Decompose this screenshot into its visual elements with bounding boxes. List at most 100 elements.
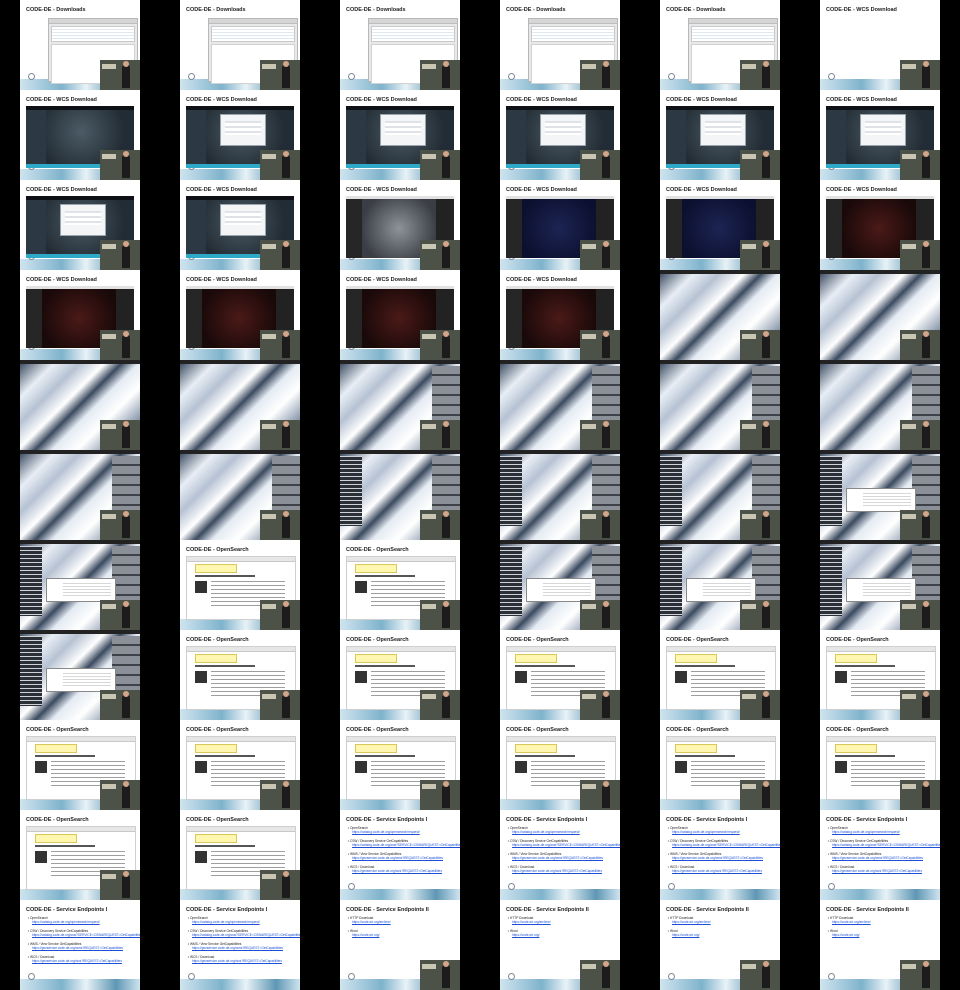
- endpoint-link[interactable]: https://catalog.code-de.org/opensearch/r…: [828, 830, 932, 834]
- slide-thumbnail[interactable]: [500, 450, 620, 540]
- slide-thumbnail[interactable]: CODE-DE - Downloads: [340, 0, 460, 90]
- slide-thumbnail[interactable]: [340, 360, 460, 450]
- slide-thumbnail[interactable]: [180, 360, 300, 450]
- slide-thumbnail[interactable]: [660, 360, 780, 450]
- slide-thumbnail[interactable]: • OpenSearch https://catalog.code-de.org/…: [820, 810, 940, 900]
- slide-thumbnail[interactable]: CODE-DE - WCS Download: [500, 180, 620, 270]
- slide-thumbnail[interactable]: CODE-DE - OpenSearch: [180, 810, 300, 900]
- slide-thumbnail[interactable]: CODE-DE - WCS Download: [500, 90, 620, 180]
- endpoint-link[interactable]: https://code-de.org/: [668, 933, 772, 937]
- endpoint-link[interactable]: https://code-de.org/: [348, 933, 452, 937]
- slide-thumbnail[interactable]: CODE-DE - WCS Download: [340, 90, 460, 180]
- slide-thumbnail[interactable]: CODE-DE - Downloads: [500, 0, 620, 90]
- slide-thumbnail[interactable]: [20, 360, 140, 450]
- slide-thumbnail[interactable]: CODE-DE - Downloads: [20, 0, 140, 90]
- slide-thumbnail[interactable]: • HTTP Download https://code-de.org/archi…: [660, 900, 780, 990]
- slide-thumbnail[interactable]: CODE-DE - WCS Download: [660, 90, 780, 180]
- slide-thumbnail[interactable]: [820, 360, 940, 450]
- slide-thumbnail[interactable]: • HTTP Download https://code-de.org/archi…: [500, 900, 620, 990]
- endpoint-link[interactable]: https://geoservice.code-de.org/wms?REQUE…: [668, 856, 772, 860]
- slide-thumbnail[interactable]: [820, 270, 940, 360]
- slide-thumbnail[interactable]: CODE-DE - Downloads: [660, 0, 780, 90]
- endpoint-link[interactable]: https://geoservice.code-de.org/wms?REQUE…: [828, 856, 932, 860]
- slide-thumbnail[interactable]: CODE-DE - WCS Download: [820, 90, 940, 180]
- endpoint-link[interactable]: https://catalog.code-de.org/csw?SERVICE=…: [28, 933, 140, 937]
- slide-thumbnail[interactable]: • OpenSearch https://catalog.code-de.org/…: [660, 810, 780, 900]
- endpoint-link[interactable]: https://catalog.code-de.org/csw?SERVICE=…: [508, 843, 620, 847]
- slide-thumbnail[interactable]: CODE-DE - OpenSearch: [340, 630, 460, 720]
- endpoint-link[interactable]: https://geoservice.code-de.org/wcs?REQUE…: [668, 869, 772, 873]
- endpoint-link[interactable]: https://catalog.code-de.org/opensearch/r…: [668, 830, 772, 834]
- slide-thumbnail[interactable]: [20, 630, 140, 720]
- endpoint-link[interactable]: https://geoservice.code-de.org/wms?REQUE…: [508, 856, 612, 860]
- slide-thumbnail[interactable]: • OpenSearch https://catalog.code-de.org/…: [340, 810, 460, 900]
- endpoint-link[interactable]: https://geoservice.code-de.org/wcs?REQUE…: [28, 959, 132, 963]
- slide-thumbnail[interactable]: CODE-DE - OpenSearch: [180, 630, 300, 720]
- slide-thumbnail[interactable]: CODE-DE - OpenSearch: [20, 810, 140, 900]
- slide-thumbnail[interactable]: [660, 540, 780, 630]
- slide-thumbnail[interactable]: CODE-DE - OpenSearch: [500, 720, 620, 810]
- endpoint-link[interactable]: https://code-de.org/: [508, 933, 612, 937]
- slide-thumbnail[interactable]: CODE-DE - WCS Download: [340, 180, 460, 270]
- slide-thumbnail[interactable]: [660, 450, 780, 540]
- endpoint-link[interactable]: https://catalog.code-de.org/csw?SERVICE=…: [828, 843, 940, 847]
- endpoint-link[interactable]: https://geoservice.code-de.org/wms?REQUE…: [348, 856, 452, 860]
- slide-thumbnail[interactable]: • HTTP Download https://code-de.org/archi…: [820, 900, 940, 990]
- slide-thumbnail[interactable]: CODE-DE - WCS Download: [660, 180, 780, 270]
- slide-thumbnail[interactable]: • OpenSearch https://catalog.code-de.org/…: [500, 810, 620, 900]
- slide-title: CODE-DE - WCS Download: [666, 97, 737, 103]
- slide-thumbnail[interactable]: [500, 540, 620, 630]
- slide-thumbnail[interactable]: CODE-DE - WCS Download: [340, 270, 460, 360]
- slide-thumbnail[interactable]: CODE-DE - WCS Download: [820, 0, 940, 90]
- slide-thumbnail[interactable]: [820, 450, 940, 540]
- slide-thumbnail[interactable]: CODE-DE - OpenSearch: [660, 720, 780, 810]
- slide-thumbnail[interactable]: [180, 450, 300, 540]
- endpoint-item: • OpenSearch https://catalog.code-de.org/…: [188, 916, 292, 924]
- slide-thumbnail[interactable]: CODE-DE - OpenSearch: [180, 720, 300, 810]
- endpoint-link[interactable]: https://catalog.code-de.org/csw?SERVICE=…: [348, 843, 460, 847]
- endpoint-link[interactable]: https://geoservice.code-de.org/wcs?REQUE…: [508, 869, 612, 873]
- slide-thumbnail[interactable]: [340, 450, 460, 540]
- slide-thumbnail[interactable]: [20, 540, 140, 630]
- slide-thumbnail[interactable]: CODE-DE - OpenSearch: [340, 540, 460, 630]
- slide-thumbnail[interactable]: CODE-DE - OpenSearch: [20, 720, 140, 810]
- slide-thumbnail[interactable]: CODE-DE - OpenSearch: [820, 720, 940, 810]
- slide-thumbnail[interactable]: • HTTP Download https://code-de.org/archi…: [340, 900, 460, 990]
- endpoint-link[interactable]: https://geoservice.code-de.org/wms?REQUE…: [188, 946, 292, 950]
- slide-thumbnail[interactable]: CODE-DE - WCS Download: [180, 180, 300, 270]
- endpoint-link[interactable]: https://geoservice.code-de.org/wcs?REQUE…: [828, 869, 932, 873]
- slide-thumbnail[interactable]: CODE-DE - WCS Download: [820, 180, 940, 270]
- slide-thumbnail[interactable]: [500, 360, 620, 450]
- endpoint-link[interactable]: https://code-de.org/archive/: [508, 920, 612, 924]
- slide-thumbnail[interactable]: CODE-DE - Downloads: [180, 0, 300, 90]
- slide-thumbnail[interactable]: CODE-DE - WCS Download: [20, 90, 140, 180]
- slide-thumbnail[interactable]: CODE-DE - OpenSearch: [660, 630, 780, 720]
- slide-thumbnail[interactable]: CODE-DE - OpenSearch: [180, 540, 300, 630]
- endpoint-link[interactable]: https://geoservice.code-de.org/wcs?REQUE…: [188, 959, 292, 963]
- endpoint-link[interactable]: https://code-de.org/: [828, 933, 932, 937]
- slide-thumbnail[interactable]: [660, 270, 780, 360]
- slide-thumbnail[interactable]: CODE-DE - WCS Download: [180, 270, 300, 360]
- endpoint-link[interactable]: https://geoservice.code-de.org/wcs?REQUE…: [348, 869, 452, 873]
- endpoint-link[interactable]: https://code-de.org/archive/: [348, 920, 452, 924]
- slide-thumbnail[interactable]: CODE-DE - OpenSearch: [340, 720, 460, 810]
- slide-thumbnail[interactable]: [820, 540, 940, 630]
- slide-thumbnail[interactable]: CODE-DE - WCS Download: [180, 90, 300, 180]
- slide-thumbnail[interactable]: • OpenSearch https://catalog.code-de.org/…: [20, 900, 140, 990]
- slide-thumbnail[interactable]: CODE-DE - OpenSearch: [820, 630, 940, 720]
- endpoint-link[interactable]: https://catalog.code-de.org/opensearch/r…: [188, 920, 292, 924]
- slide-thumbnail[interactable]: CODE-DE - OpenSearch: [500, 630, 620, 720]
- endpoint-link[interactable]: https://catalog.code-de.org/csw?SERVICE=…: [188, 933, 300, 937]
- endpoint-link[interactable]: https://geoservice.code-de.org/wms?REQUE…: [28, 946, 132, 950]
- endpoint-link[interactable]: https://catalog.code-de.org/opensearch/r…: [508, 830, 612, 834]
- endpoint-link[interactable]: https://code-de.org/archive/: [828, 920, 932, 924]
- slide-thumbnail[interactable]: CODE-DE - WCS Download: [20, 180, 140, 270]
- slide-thumbnail[interactable]: [20, 450, 140, 540]
- slide-thumbnail[interactable]: CODE-DE - WCS Download: [500, 270, 620, 360]
- endpoint-link[interactable]: https://catalog.code-de.org/opensearch/r…: [28, 920, 132, 924]
- endpoint-link[interactable]: https://catalog.code-de.org/opensearch/r…: [348, 830, 452, 834]
- slide-thumbnail[interactable]: CODE-DE - WCS Download: [20, 270, 140, 360]
- slide-thumbnail[interactable]: • OpenSearch https://catalog.code-de.org/…: [180, 900, 300, 990]
- endpoint-link[interactable]: https://catalog.code-de.org/csw?SERVICE=…: [668, 843, 780, 847]
- endpoint-link[interactable]: https://code-de.org/archive/: [668, 920, 772, 924]
